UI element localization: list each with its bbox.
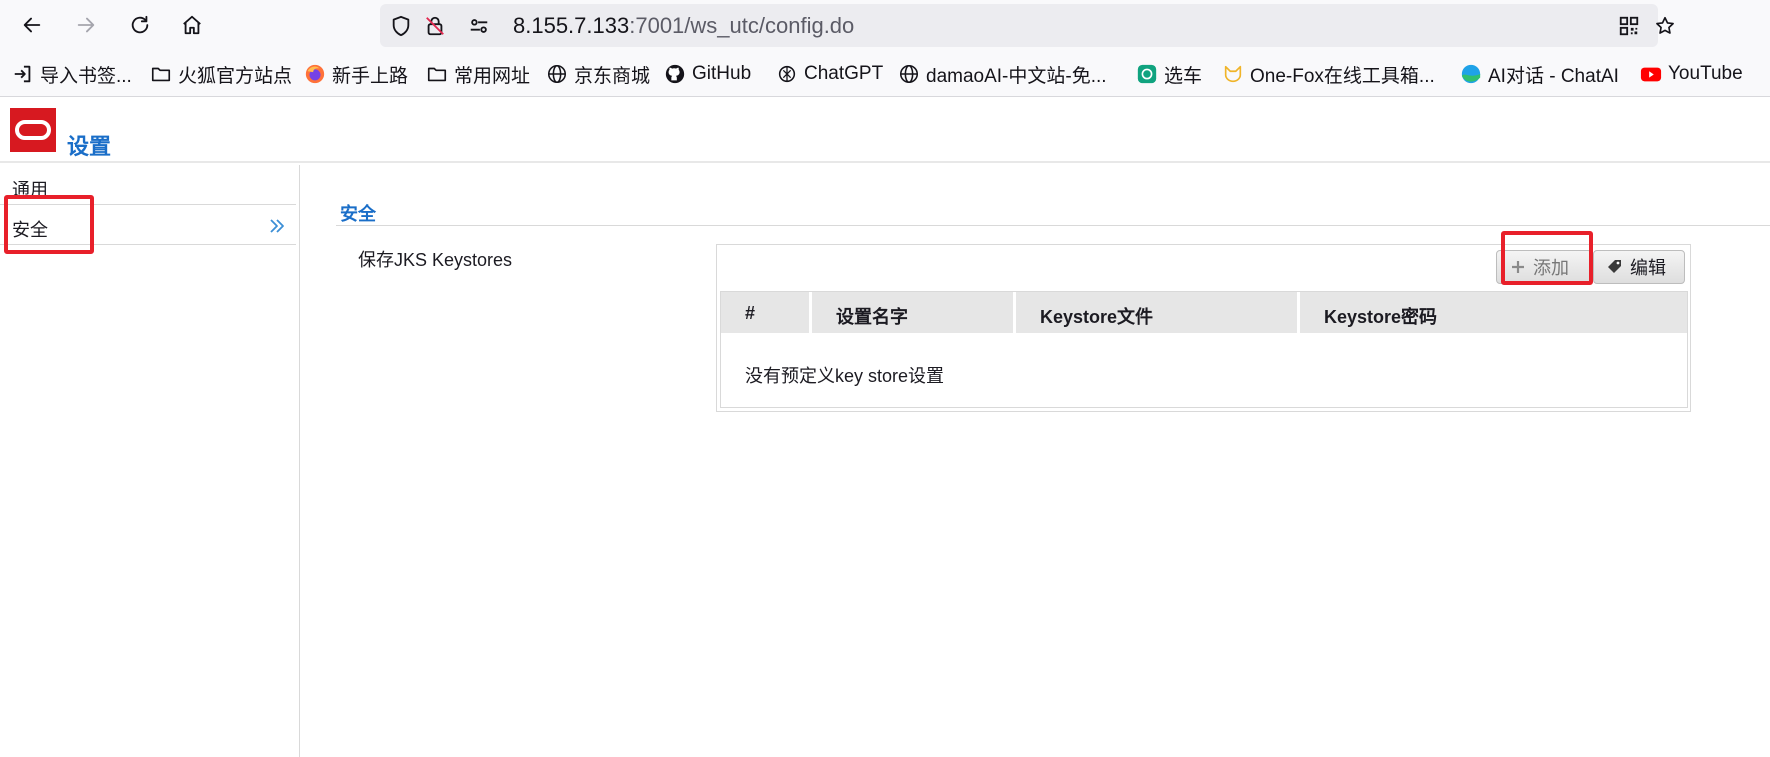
- youtube-icon: [1640, 63, 1662, 85]
- bookmark-label: AI对话 - ChatAI: [1488, 65, 1619, 87]
- column-header-keystore-file[interactable]: Keystore文件: [1016, 292, 1300, 333]
- bookmark-chatgpt[interactable]: ChatGPT: [776, 61, 883, 87]
- bookmark-one-fox[interactable]: One-Fox在线工具箱...: [1222, 61, 1435, 87]
- bookmark-chatai[interactable]: AI对话 - ChatAI: [1460, 61, 1619, 87]
- bookmark-label: 火狐官方站点: [178, 65, 293, 87]
- page-title: 设置: [67, 134, 112, 159]
- bookmark-getting-started[interactable]: 新手上路: [304, 61, 408, 87]
- bookmark-label: YouTube: [1668, 63, 1743, 84]
- column-header-keystore-password[interactable]: Keystore密码: [1300, 292, 1687, 333]
- back-icon[interactable]: [16, 9, 48, 41]
- chatai-icon: [1460, 63, 1482, 85]
- bookmark-car-select[interactable]: 选车: [1136, 61, 1202, 87]
- bookmark-github[interactable]: GitHub: [664, 61, 751, 87]
- permissions-icon[interactable]: [468, 15, 490, 37]
- keystores-label: 保存JKS Keystores: [358, 250, 513, 270]
- section-divider: [336, 225, 1770, 226]
- bookmark-youtube[interactable]: YouTube: [1640, 61, 1743, 87]
- edit-button[interactable]: 编辑: [1593, 250, 1685, 284]
- bookmark-label: 常用网址: [454, 65, 531, 87]
- globe-icon: [546, 63, 568, 85]
- url-text[interactable]: 8.155.7.133:7001/ws_utc/config.do: [513, 14, 854, 38]
- column-header-setting-name[interactable]: 设置名字: [812, 292, 1016, 333]
- fox-icon: [1222, 63, 1244, 85]
- home-icon[interactable]: [176, 9, 208, 41]
- bookmark-label: GitHub: [692, 63, 752, 84]
- firefox-icon: [304, 63, 326, 85]
- qr-code-icon[interactable]: [1618, 15, 1640, 37]
- openai-icon: [1136, 63, 1158, 85]
- bookmark-jd[interactable]: 京东商城: [546, 61, 650, 87]
- bookmark-import[interactable]: 导入书签...: [12, 61, 132, 87]
- keystore-table: # 设置名字 Keystore文件 Keystore密码 没有预定义key st…: [720, 291, 1688, 408]
- shield-icon[interactable]: [390, 15, 412, 37]
- highlight-box-add: [1501, 231, 1593, 285]
- tag-icon: [1608, 260, 1621, 273]
- github-icon: [664, 63, 686, 85]
- bookmark-common-sites[interactable]: 常用网址: [426, 61, 530, 87]
- import-icon: [12, 63, 34, 85]
- no-lock-icon[interactable]: [424, 15, 446, 37]
- url-bar[interactable]: 8.155.7.133:7001/ws_utc/config.do: [380, 4, 1674, 47]
- url-path: :7001/ws_utc/config.do: [629, 13, 855, 38]
- bookmark-label: damaoAI-中文站-免...: [926, 65, 1107, 87]
- forward-icon[interactable]: [70, 9, 102, 41]
- bookmark-firefox-site[interactable]: 火狐官方站点: [150, 61, 292, 87]
- browser-toolbar: 8.155.7.133:7001/ws_utc/config.do: [0, 0, 1770, 50]
- oracle-logo-icon: [10, 108, 56, 152]
- bookmark-label: ChatGPT: [804, 63, 884, 84]
- star-icon[interactable]: [1654, 15, 1676, 37]
- empty-table-message: 没有预定义key store设置: [745, 366, 945, 386]
- globe-icon: [898, 63, 920, 85]
- bookmarks-bar: 导入书签... 火狐官方站点 新手上路 常用网址 京东商城 GitHub Cha…: [0, 50, 1770, 97]
- edit-button-label: 编辑: [1630, 258, 1666, 278]
- bookmark-label: 京东商城: [574, 65, 651, 87]
- section-title: 安全: [340, 204, 376, 224]
- bookmark-damaoai[interactable]: damaoAI-中文站-免...: [898, 61, 1107, 87]
- double-chevron-right-icon: [270, 219, 284, 233]
- highlight-box-security: [4, 195, 94, 254]
- folder-icon: [426, 63, 448, 85]
- bookmark-label: 新手上路: [332, 65, 409, 87]
- folder-icon: [150, 63, 172, 85]
- app-header: 设置: [0, 98, 1770, 163]
- reload-icon[interactable]: [124, 9, 156, 41]
- column-header-index[interactable]: #: [721, 292, 812, 333]
- chatgpt-icon: [776, 63, 798, 85]
- url-host: 8.155.7.133: [513, 13, 630, 38]
- bookmark-label: One-Fox在线工具箱...: [1250, 65, 1435, 87]
- bookmark-label: 导入书签...: [40, 65, 132, 87]
- bookmark-label: 选车: [1164, 65, 1203, 87]
